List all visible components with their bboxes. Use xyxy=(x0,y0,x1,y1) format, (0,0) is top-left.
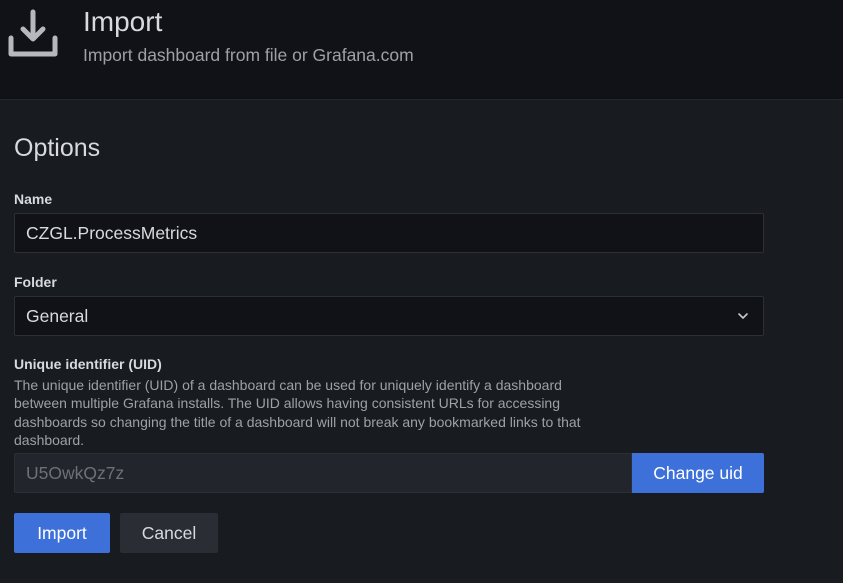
page-subtitle: Import dashboard from file or Grafana.co… xyxy=(83,45,414,65)
change-uid-button[interactable]: Change uid xyxy=(632,453,764,493)
uid-label: Unique identifier (UID) xyxy=(14,356,162,372)
uid-description: The unique identifier (UID) of a dashboa… xyxy=(14,377,581,448)
uid-input: U5OwkQz7z xyxy=(14,453,632,493)
folder-select[interactable]: General xyxy=(14,296,764,336)
import-button[interactable]: Import xyxy=(14,513,110,553)
cancel-button[interactable]: Cancel xyxy=(120,513,218,553)
folder-select-value: General xyxy=(26,306,89,326)
page-title: Import xyxy=(83,6,163,37)
chevron-down-icon xyxy=(738,313,748,319)
download-icon xyxy=(8,9,58,57)
name-label: Name xyxy=(14,191,53,207)
options-heading: Options xyxy=(14,134,101,162)
folder-label: Folder xyxy=(14,274,57,290)
page-header: Import Import dashboard from file or Gra… xyxy=(0,0,843,100)
name-input[interactable]: CZGL.ProcessMetrics xyxy=(14,213,764,253)
